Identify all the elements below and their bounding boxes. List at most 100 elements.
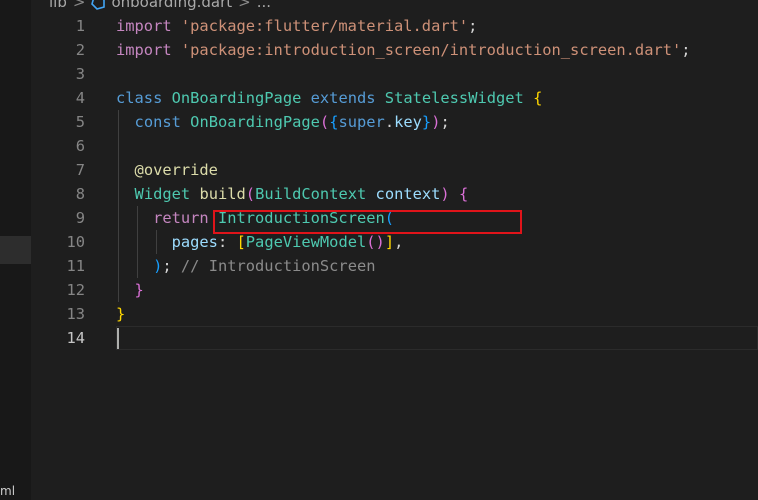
code-token: OnBoardingPage — [190, 113, 320, 131]
code-token: StatelessWidget — [384, 89, 524, 107]
code-token: ; — [468, 17, 478, 35]
code-token: } — [116, 305, 126, 323]
breadcrumb-ellipsis[interactable]: ... — [257, 0, 271, 11]
code-line[interactable]: 12 } — [31, 278, 758, 302]
line-number: 11 — [66, 257, 85, 275]
code-token: return — [153, 209, 209, 227]
line-number: 14 — [66, 329, 85, 347]
line-code: @override — [116, 158, 218, 182]
code-token: import — [116, 17, 172, 35]
code-token: [ — [236, 233, 246, 251]
code-token: : — [217, 233, 237, 251]
dart-file-icon — [91, 0, 106, 10]
line-code: import 'package:introduction_screen/intr… — [116, 38, 691, 62]
line-code: } — [116, 302, 125, 326]
code-token: @override — [134, 161, 218, 179]
code-line[interactable]: 11 ); // IntroductionScreen — [31, 254, 758, 278]
code-line[interactable]: 1 import 'package:flutter/material.dart'; — [31, 14, 758, 38]
code-line[interactable]: 8 Widget build(BuildContext context) { — [31, 182, 758, 206]
line-number: 8 — [75, 185, 85, 203]
code-token: Widget — [134, 185, 191, 203]
line-number: 13 — [66, 305, 85, 323]
code-line[interactable]: 6 — [31, 134, 758, 158]
line-number: 7 — [75, 161, 85, 179]
code-token: const — [134, 113, 181, 131]
code-token: } — [134, 281, 144, 299]
code-line[interactable]: 4 class OnBoardingPage extends StatelessW… — [31, 86, 758, 110]
code-token: 'package:introduction_screen/introductio… — [180, 41, 682, 59]
code-token: extends — [310, 89, 376, 107]
code-token: ( — [319, 113, 330, 131]
code-token: ; — [162, 257, 181, 275]
code-token: ) — [153, 257, 163, 275]
line-code: } — [116, 278, 144, 302]
code-token: key — [394, 113, 422, 131]
code-token: OnBoardingPage — [171, 89, 302, 107]
code-token: pages — [171, 233, 218, 251]
code-token: ; — [681, 41, 691, 59]
code-token: ) — [375, 233, 385, 251]
code-token: ; — [440, 113, 450, 131]
code-token: ] — [384, 233, 395, 251]
line-number: 2 — [75, 41, 85, 59]
code-line[interactable]: 7 @override — [31, 158, 758, 182]
code-token: context — [375, 185, 441, 203]
code-token: PageViewModel — [245, 233, 367, 251]
line-number: 5 — [75, 113, 85, 131]
breadcrumb-separator: > — [238, 0, 251, 11]
code-token: super — [338, 113, 385, 131]
line-code: import 'package:flutter/material.dart'; — [116, 14, 477, 38]
code-line[interactable]: 14 — [31, 326, 758, 350]
code-token: ( — [245, 185, 256, 203]
line-code: class OnBoardingPage extends StatelessWi… — [116, 86, 542, 110]
line-number: 12 — [66, 281, 85, 299]
code-token: ( — [366, 233, 376, 251]
code-token: 'package:flutter/material.dart' — [180, 17, 469, 35]
breadcrumb: lib > onboarding.dart > ... — [31, 0, 758, 12]
line-code: Widget build(BuildContext context) { — [116, 182, 469, 206]
code-line[interactable]: 5 const OnBoardingPage({super.key}); — [31, 110, 758, 134]
breadcrumb-separator: > — [72, 0, 86, 11]
code-token: // IntroductionScreen — [180, 257, 376, 275]
breadcrumb-file[interactable]: onboarding.dart — [111, 0, 232, 11]
code-line[interactable]: 2 import 'package:introduction_screen/int… — [31, 38, 758, 62]
activity-bar-active-item[interactable] — [0, 236, 31, 264]
line-number: 10 — [66, 233, 85, 251]
line-code: ); // IntroductionScreen — [116, 254, 376, 278]
activity-bar-bottom-label: ml — [0, 484, 16, 498]
code-token: { — [533, 89, 543, 107]
code-token: } — [421, 113, 432, 131]
line-number: 3 — [75, 65, 85, 83]
code-token: BuildContext — [255, 185, 367, 203]
annotation-highlight-box — [213, 210, 522, 234]
breadcrumb-folder[interactable]: lib — [49, 0, 67, 11]
code-token: class — [116, 89, 163, 107]
code-token: build — [199, 185, 246, 203]
code-line[interactable]: 3 — [31, 62, 758, 86]
line-number: 9 — [75, 209, 85, 227]
line-number: 4 — [75, 89, 85, 107]
code-token: ) — [440, 185, 450, 203]
code-token: { — [458, 185, 469, 203]
code-line[interactable]: 13} — [31, 302, 758, 326]
line-code: const OnBoardingPage({super.key}); — [116, 110, 450, 134]
code-token: import — [116, 41, 172, 59]
line-number: 1 — [75, 17, 85, 35]
code-editor[interactable]: 1 import 'package:flutter/material.dart';… — [31, 14, 758, 500]
